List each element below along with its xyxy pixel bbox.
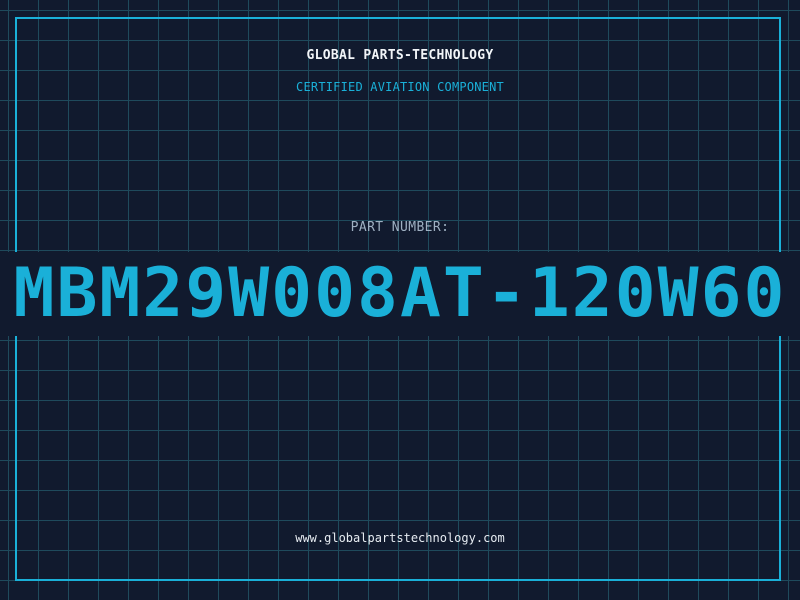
part-number-value: MBM29W008AT-120W60 (13, 254, 787, 333)
certification-tagline: CERTIFIED AVIATION COMPONENT (296, 80, 504, 94)
part-number-label: PART NUMBER: (350, 220, 450, 235)
part-number-band: MBM29W008AT-120W60 (0, 252, 800, 336)
company-name: GLOBAL PARTS-TECHNOLOGY (306, 48, 494, 63)
website-url: www.globalpartstechnology.com (295, 531, 505, 545)
